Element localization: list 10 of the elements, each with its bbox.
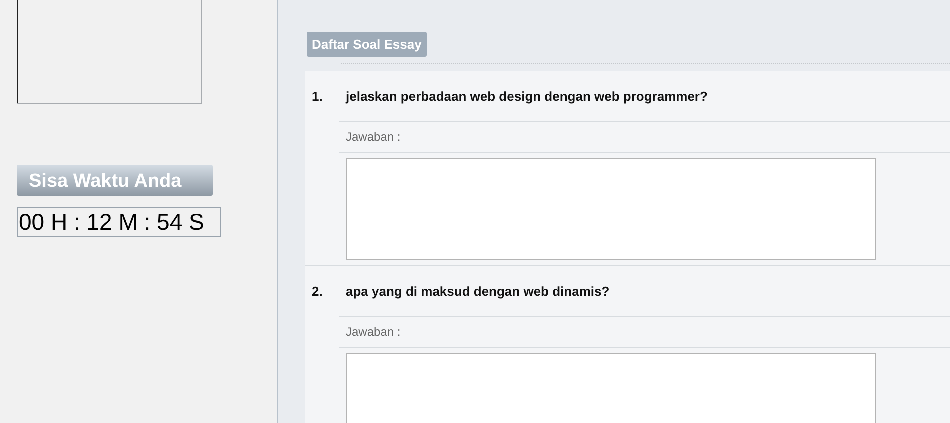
question-number: 2. [312,284,324,298]
question-text: jelaskan perbadaan web design dengan web programmer? [346,88,708,104]
answer-field[interactable] [346,158,876,260]
question-number: 1. [312,88,324,104]
question-text: apa yang di maksud dengan web dinamis? [346,284,610,298]
timer-label: Sisa Waktu Anda [17,165,213,196]
countdown-timer: 00 H : 12 M : 54 S [17,207,221,237]
section-heading: Daftar Soal Essay [307,32,427,57]
answer-label: Jawaban : [346,130,401,144]
answer-label: Jawaban : [346,325,401,339]
